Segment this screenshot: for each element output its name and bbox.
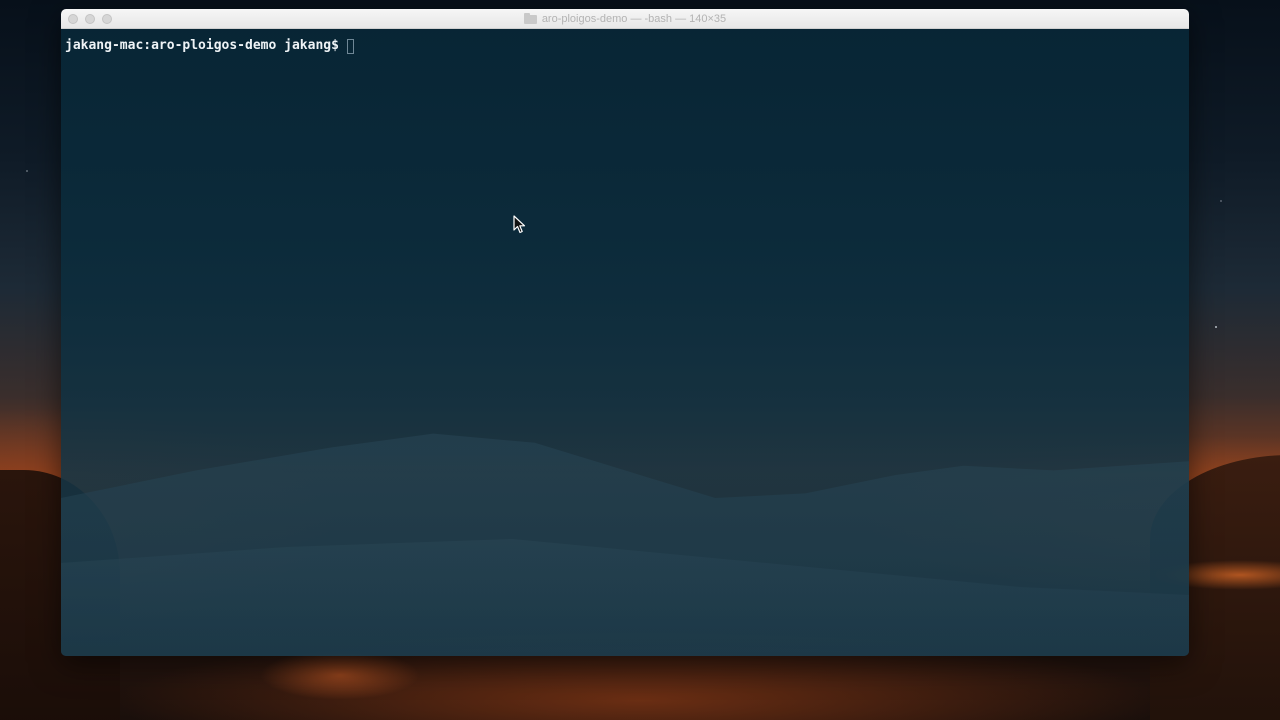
wallpaper-star	[1215, 326, 1217, 328]
terminal-content[interactable]: jakang-mac:aro-ploigos-demo jakang$	[61, 29, 1189, 656]
wallpaper-star	[1220, 200, 1222, 202]
minimize-button[interactable]	[85, 14, 95, 24]
window-title: aro-ploigos-demo — -bash — 140×35	[61, 9, 1189, 29]
wallpaper-star	[26, 170, 28, 172]
wallpaper-glow	[260, 650, 420, 700]
text-cursor	[346, 38, 354, 54]
mouse-pointer-icon	[513, 215, 526, 234]
command-line[interactable]: jakang-mac:aro-ploigos-demo jakang$	[65, 38, 354, 54]
folder-icon	[523, 12, 537, 24]
close-button[interactable]	[68, 14, 78, 24]
window-title-text: aro-ploigos-demo — -bash — 140×35	[541, 13, 727, 25]
zoom-button[interactable]	[102, 14, 112, 24]
shell-prompt: jakang-mac:aro-ploigos-demo jakang$	[65, 38, 339, 53]
window-titlebar[interactable]: aro-ploigos-demo — -bash — 140×35	[61, 9, 1189, 29]
terminal-window[interactable]: aro-ploigos-demo — -bash — 140×35 jakang…	[61, 9, 1189, 656]
